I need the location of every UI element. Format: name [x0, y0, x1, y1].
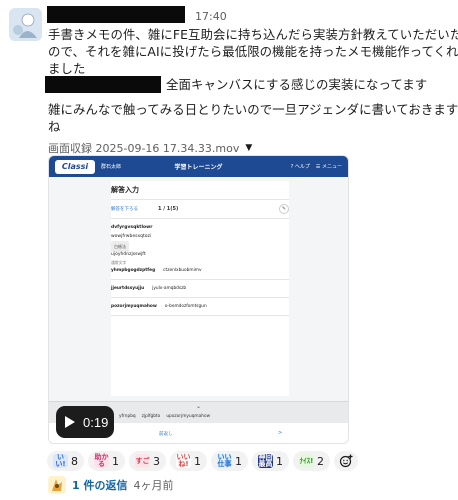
divider — [111, 297, 289, 298]
message-line-2: ので、それを雑にAIに投げたら最低限の機能を持ったメモ機能作ってくれ — [48, 44, 458, 59]
answer-row: dvfyrgvsqktlowr — [111, 225, 153, 230]
message-time[interactable]: 17:40 — [195, 10, 227, 23]
reaction-emoji: いい! — [53, 454, 68, 468]
prev-link: 前返し — [159, 432, 173, 437]
back-link: 解答を下ろる — [111, 207, 138, 212]
reaction-pill[interactable]: いいね! 1 — [170, 451, 207, 471]
answer-row: wowjfrwbesxqtozi — [111, 234, 152, 239]
reaction-count: 1 — [235, 454, 242, 468]
divider — [111, 218, 289, 219]
answer-panel: 解答入力 解答を下ろる 1 / 1(5) ✎ dvfyrgvsqktlowr w… — [111, 181, 289, 396]
chevron-down-icon: ⌄ — [196, 403, 202, 410]
reaction-pill[interactable]: すご 3 — [129, 451, 166, 471]
divider — [111, 199, 289, 200]
reaction-emoji: すご — [135, 454, 150, 468]
reaction-count: 1 — [194, 454, 201, 468]
redacted-mention — [45, 76, 161, 93]
divider — [111, 279, 289, 280]
answer-pair-right: jyulx-amqbdszb — [152, 286, 187, 291]
reaction-emoji: いいね! — [176, 453, 191, 468]
video-app-header: Classi 群石太郎 学習トレーニング ? ヘルプ ☰ メニュー — [49, 156, 348, 177]
reaction-count: 3 — [153, 454, 160, 468]
answer-strip-items: yfrnpbq zjplfgbto upozorjmyuqmahow — [119, 414, 210, 419]
strip-item: upozorjmyuqmahow — [166, 414, 211, 419]
reaction-pill[interactable]: いい! 8 — [47, 451, 84, 471]
play-icon — [65, 416, 75, 428]
strip-item: zjplfgbto — [141, 414, 161, 419]
answer-pair-left: pozorjmyuqmahow — [111, 304, 157, 309]
play-button[interactable]: 0:19 — [56, 406, 114, 438]
answer-heading: 解答入力 — [111, 186, 139, 194]
attachment-filename[interactable]: 画面収録 2025-09-16 17.34.33.mov ▼ — [48, 140, 252, 156]
reaction-count: 1 — [276, 454, 283, 468]
message-line-5: 雑にみんなで触ってみる日とりたいので一旦アジェンダに書いておきます — [48, 102, 458, 117]
message-line-4: 全面キャンバスにする感じの実装になってます — [166, 77, 428, 92]
page-indicator: 1 / 1(5) — [158, 206, 179, 212]
answer-pair-row: pozorjmyuqmahow o-bemdozfomtsgun — [111, 302, 289, 311]
answer-row: 白帳法 — [111, 241, 289, 252]
reaction-pill[interactable]: 助かる 1 — [88, 451, 125, 471]
redacted-sender-name — [47, 6, 185, 23]
app-title: 学習トレーニング — [174, 164, 223, 171]
reaction-pill[interactable]: 神回最高 1 — [252, 451, 289, 471]
reaction-count: 1 — [112, 454, 119, 468]
video-duration: 0:19 — [83, 414, 109, 430]
answer-pair-right: ctzenlxbuobmimv — [163, 268, 202, 273]
chevron-down-icon[interactable]: ▼ — [245, 143, 252, 153]
answer-row: 通常文字 — [111, 260, 127, 265]
answer-pair-row: jjeurtdssyujju jyulx-amqbdszb — [111, 284, 289, 293]
reaction-emoji: 助かる — [94, 453, 109, 468]
reaction-pill[interactable]: ﾅｲｽ! 2 — [293, 451, 330, 471]
message-line-1: 手書きメモの件、雑にFE互助会に持ち込んだら実装方針教えていただいた — [48, 27, 458, 42]
reaction-count: 2 — [317, 454, 324, 468]
reaction-emoji: 神回最高 — [258, 453, 273, 468]
video-attachment[interactable]: Classi 群石太郎 学習トレーニング ? ヘルプ ☰ メニュー 解答入力 解… — [48, 155, 349, 444]
add-reaction-button[interactable] — [334, 451, 358, 471]
reaction-count: 8 — [71, 454, 78, 468]
thread-replies-link[interactable]: 1 件の返信 — [72, 477, 127, 493]
message-line-6: ね — [48, 119, 61, 134]
sender-avatar[interactable] — [9, 8, 42, 41]
answer-row: ujoyhdnzjsswjft — [111, 252, 146, 257]
thread-summary[interactable]: 1 件の返信 4ヶ月前 — [48, 476, 173, 494]
answer-pair-row: yhmpbgogdzptfeg ctzenlxbuobmimv — [111, 266, 289, 275]
answer-pair-right: o-bemdozfomtsgun — [164, 304, 207, 309]
pencil-icon: ✎ — [279, 204, 289, 214]
video-app-body: 解答入力 解答を下ろる 1 / 1(5) ✎ dvfyrgvsqktlowr w… — [49, 177, 348, 401]
attachment-filename-text: 画面収録 2025-09-16 17.34.33.mov — [48, 142, 240, 155]
thread-last-reply-time: 4ヶ月前 — [133, 479, 174, 492]
reaction-emoji: いい仕事 — [217, 453, 232, 468]
add-emoji-icon — [339, 454, 353, 468]
next-link: > — [278, 430, 283, 436]
reaction-emoji: ﾅｲｽ! — [299, 454, 314, 468]
answer-pair-left: jjeurtdssyujju — [111, 286, 145, 291]
reaction-pill[interactable]: いい仕事 1 — [211, 451, 248, 471]
reactions-bar: いい! 8 助かる 1 すご 3 いいね! 1 いい仕事 1 神回最高 1 ﾅｲ… — [47, 451, 358, 471]
divider — [111, 315, 289, 316]
strip-item: yfrnpbq — [119, 414, 136, 419]
message-line-3: ました — [48, 61, 86, 76]
reply-avatar — [48, 476, 66, 494]
answer-nav-row: 解答を下ろる 1 / 1(5) ✎ — [111, 204, 289, 214]
answer-pair-left: yhmpbgogdzptfeg — [111, 268, 156, 273]
